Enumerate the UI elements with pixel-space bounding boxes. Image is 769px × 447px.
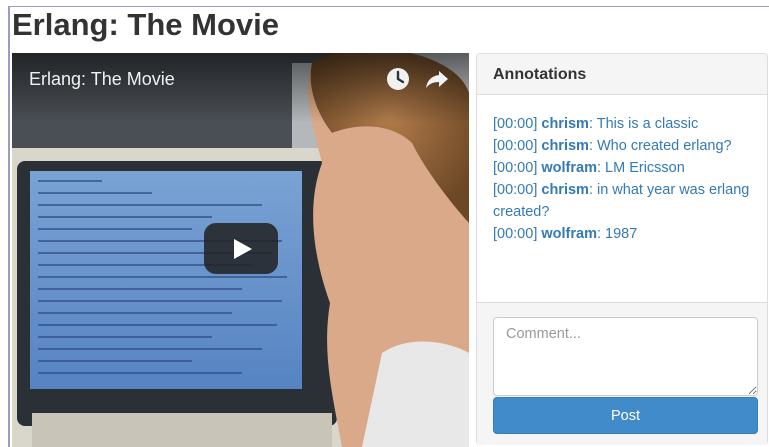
play-icon xyxy=(234,239,252,259)
annotation-time[interactable]: [00:00] xyxy=(493,182,537,198)
annotation-time[interactable]: [00:00] xyxy=(493,160,537,176)
annotation-text: : Who created erlang? xyxy=(588,138,732,154)
frame-border-left xyxy=(8,6,10,447)
video-title[interactable]: Erlang: The Movie xyxy=(29,69,175,90)
play-button[interactable] xyxy=(204,223,278,274)
annotation-item[interactable]: [00:00] chrism: This is a classic xyxy=(493,113,759,135)
annotation-time[interactable]: [00:00] xyxy=(493,138,537,154)
annotation-time[interactable]: [00:00] xyxy=(493,116,537,132)
annotation-user[interactable]: wolfram xyxy=(541,226,597,242)
annotations-panel: Annotations [00:00] chrism: This is a cl… xyxy=(476,53,768,445)
annotation-user[interactable]: wolfram xyxy=(541,160,597,176)
page-title: Erlang: The Movie xyxy=(12,7,279,42)
annotation-item[interactable]: [00:00] chrism: Who created erlang? xyxy=(493,135,759,157)
post-button[interactable]: Post xyxy=(493,397,758,434)
annotation-item[interactable]: [00:00] chrism: in what year was erlang … xyxy=(493,179,759,223)
annotation-text: : LM Ericsson xyxy=(596,160,685,176)
panel-footer: Post xyxy=(477,302,767,445)
annotations-list: [00:00] chrism: This is a classic [00:00… xyxy=(493,113,759,245)
annotation-user[interactable]: chrism xyxy=(541,116,589,132)
video-player[interactable]: Erlang: The Movie xyxy=(12,53,469,447)
panel-title: Annotations xyxy=(493,66,587,83)
annotation-text: : 1987 xyxy=(596,226,638,242)
annotation-item[interactable]: [00:00] wolfram: LM Ericsson xyxy=(493,157,759,179)
comment-input[interactable] xyxy=(493,317,758,396)
annotation-time[interactable]: [00:00] xyxy=(493,226,537,242)
panel-heading: Annotations xyxy=(477,54,767,95)
annotation-text: : This is a classic xyxy=(588,116,699,132)
annotation-user[interactable]: chrism xyxy=(541,138,589,154)
annotation-item[interactable]: [00:00] wolfram: 1987 xyxy=(493,223,759,245)
clock-icon[interactable] xyxy=(386,67,410,91)
annotation-user[interactable]: chrism xyxy=(541,182,589,198)
share-icon[interactable] xyxy=(425,67,449,91)
